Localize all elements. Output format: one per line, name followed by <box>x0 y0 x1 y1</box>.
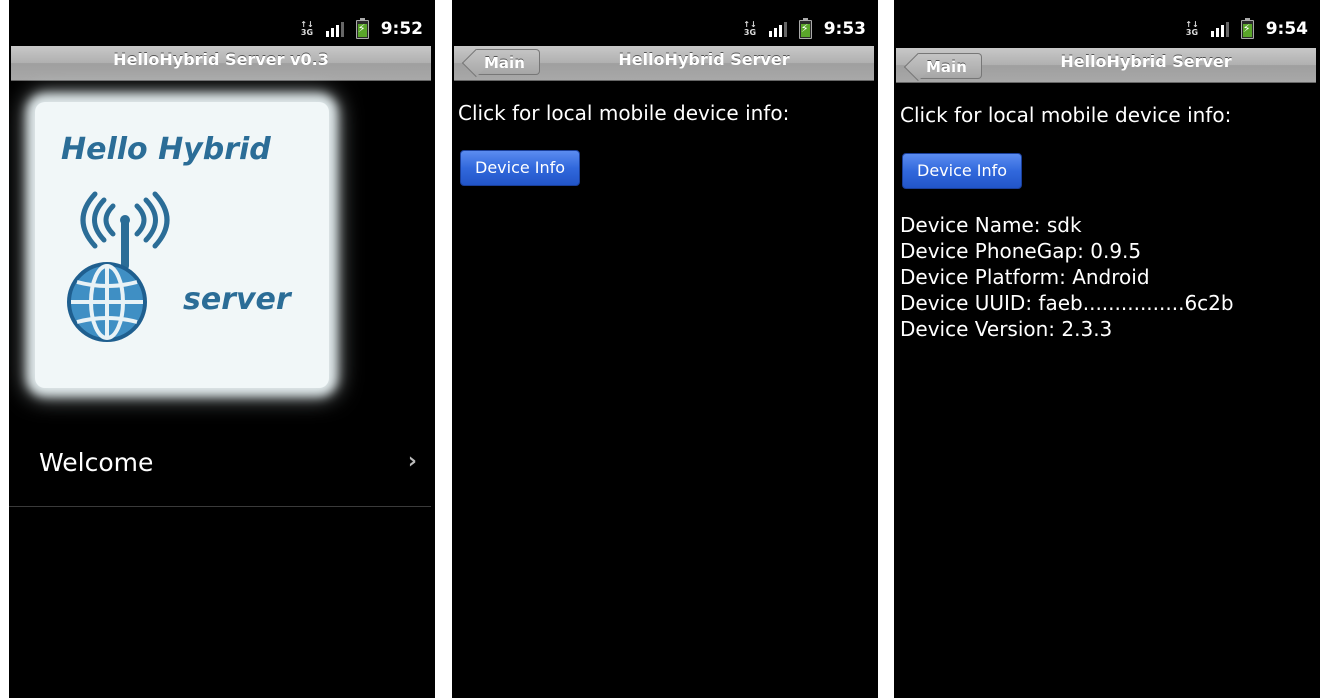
battery-charging-icon: ⚡ <box>1240 17 1254 39</box>
device-info-button[interactable]: Device Info <box>460 150 581 186</box>
back-button-label: Main <box>484 54 525 72</box>
status-bar: ↑↓ 3G ⚡ 9:53 <box>452 13 878 49</box>
screen-device-info-result: ↑↓ 3G ⚡ 9:54 HelloHybrid Server Main Clic… <box>894 0 1320 698</box>
signal-icon <box>1210 21 1229 37</box>
title-bar: HelloHybrid Server Main <box>454 46 874 81</box>
network-3g-icon: ↑↓ 3G <box>743 20 757 37</box>
network-3g-icon: ↑↓ 3G <box>1185 20 1199 37</box>
device-uuid-line: Device UUID: faeb................6c2b <box>900 291 1234 315</box>
device-info-list: Device Name: sdk Device PhoneGap: 0.9.5 … <box>900 212 1234 342</box>
antenna-globe-icon <box>67 191 170 342</box>
title-bar: HelloHybrid Server Main <box>896 48 1316 83</box>
screen-device-info: ↑↓ 3G ⚡ 9:53 HelloHybrid Server Main Clic… <box>452 0 878 698</box>
list-item-welcome[interactable]: Welcome › <box>9 432 431 507</box>
app-logo: Hello Hybrid server <box>15 86 351 416</box>
screen-home: ↑↓ 3G ⚡ 9:52 HelloHybrid Server v0.3 Hell… <box>9 0 435 698</box>
status-bar: ↑↓ 3G ⚡ 9:52 <box>9 13 435 49</box>
status-time: 9:54 <box>1265 19 1308 39</box>
signal-icon <box>768 21 787 37</box>
chevron-right-icon: › <box>407 449 417 474</box>
logo-text-hello-hybrid: Hello Hybrid <box>61 132 271 167</box>
back-button[interactable]: Main <box>476 49 540 75</box>
logo-text-server: server <box>183 282 291 317</box>
device-platform-line: Device Platform: Android <box>900 265 1150 289</box>
device-info-button[interactable]: Device Info <box>902 153 1023 189</box>
list-item-label: Welcome <box>39 448 154 477</box>
device-info-prompt: Click for local mobile device info: <box>900 103 1232 127</box>
status-time: 9:53 <box>823 19 866 39</box>
device-version-line: Device Version: 2.3.3 <box>900 317 1113 341</box>
battery-charging-icon: ⚡ <box>355 17 369 39</box>
device-phonegap-line: Device PhoneGap: 0.9.5 <box>900 239 1142 263</box>
device-info-prompt: Click for local mobile device info: <box>458 101 790 125</box>
back-button[interactable]: Main <box>918 53 982 79</box>
title-bar: HelloHybrid Server v0.3 <box>11 46 431 81</box>
battery-charging-icon: ⚡ <box>798 17 812 39</box>
status-time: 9:52 <box>380 19 423 39</box>
signal-icon <box>325 21 344 37</box>
device-name-line: Device Name: sdk <box>900 213 1082 237</box>
network-3g-icon: ↑↓ 3G <box>300 20 314 37</box>
page-title: HelloHybrid Server v0.3 <box>113 50 329 69</box>
back-button-label: Main <box>926 58 967 76</box>
status-bar: ↑↓ 3G ⚡ 9:54 <box>894 13 1320 49</box>
